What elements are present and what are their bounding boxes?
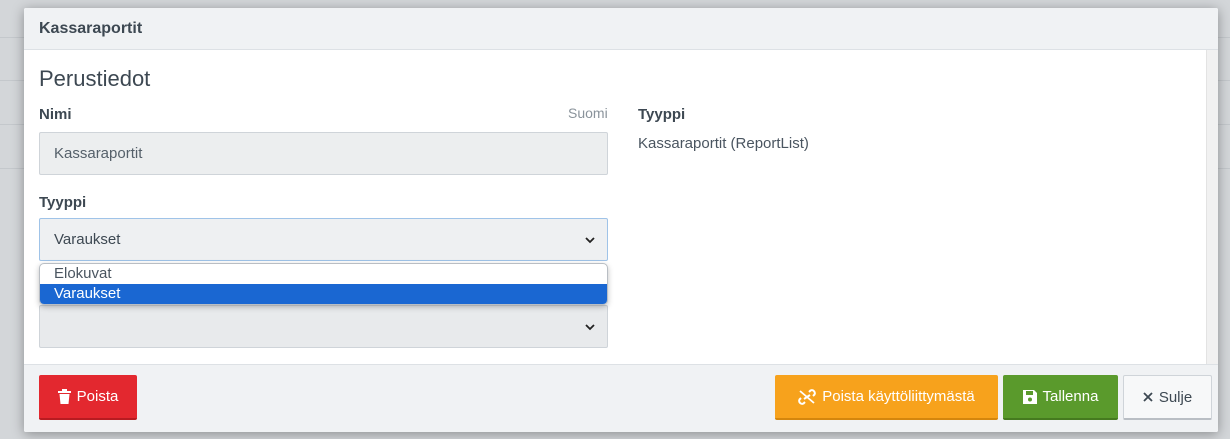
modal-footer: Poista Poista käyttöliittymästä Tallenna… (24, 364, 1218, 432)
delete-button-label: Poista (76, 388, 119, 405)
language-tag: Suomi (568, 105, 608, 121)
report-modal: Kassaraportit Perustiedot Nimi Suomi Kas… (24, 8, 1218, 432)
chevron-down-icon (585, 306, 595, 347)
type-label: Tyyppi (39, 194, 87, 211)
delete-button[interactable]: Poista (39, 375, 137, 420)
info-type-value: Kassaraportit (ReportList) (638, 135, 809, 152)
scrollbar[interactable] (1206, 50, 1218, 364)
chevron-down-icon (585, 219, 595, 260)
detach-button-label: Poista käyttöliittymästä (822, 388, 975, 405)
save-button-label: Tallenna (1042, 388, 1099, 405)
type-select[interactable]: Varaukset (39, 218, 608, 261)
info-type-label: Tyyppi (638, 106, 686, 123)
name-label: Nimi (39, 106, 72, 123)
secondary-select[interactable] (39, 305, 608, 348)
close-button-label: Sulje (1158, 388, 1193, 406)
close-button[interactable]: Sulje (1123, 375, 1212, 420)
trash-icon (57, 389, 71, 404)
section-title: Perustiedot (39, 66, 151, 91)
name-input[interactable]: Kassaraportit (39, 132, 608, 175)
dropdown-option-elokuvat[interactable]: Elokuvat (40, 264, 607, 284)
dropdown-option-varaukset[interactable]: Varaukset (40, 284, 607, 304)
save-button[interactable]: Tallenna (1003, 375, 1118, 420)
floppy-disk-icon (1022, 389, 1037, 404)
close-icon (1143, 392, 1153, 402)
modal-title: Kassaraportit (24, 8, 1218, 50)
type-dropdown-list: Elokuvat Varaukset (39, 263, 608, 305)
unlink-icon (798, 388, 816, 405)
detach-button[interactable]: Poista käyttöliittymästä (775, 375, 998, 420)
type-select-value: Varaukset (54, 231, 121, 248)
